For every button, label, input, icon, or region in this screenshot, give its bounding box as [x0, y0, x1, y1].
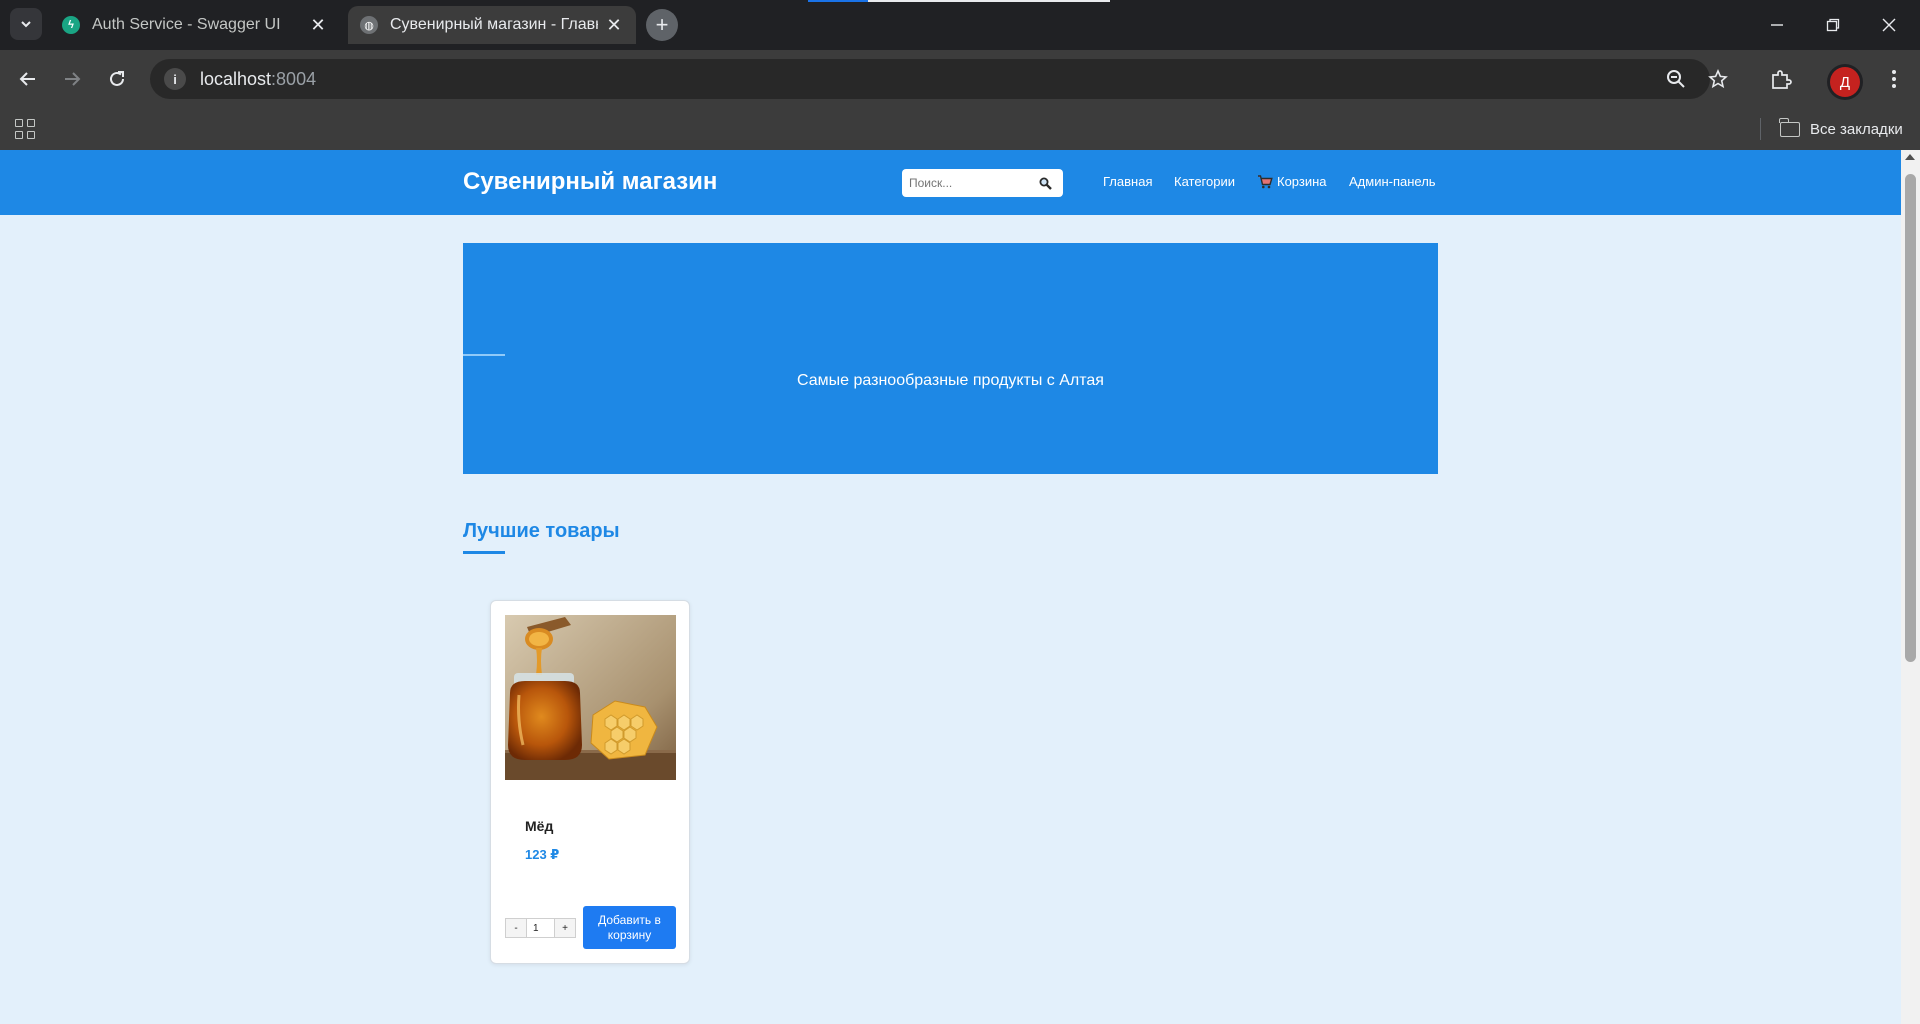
- quantity-decrement-button[interactable]: -: [506, 919, 526, 937]
- fastapi-icon: ϟ: [62, 16, 80, 34]
- site-logo[interactable]: Сувенирный магазин: [463, 168, 717, 196]
- nav-cart-label: Корзина: [1277, 174, 1327, 189]
- browser-menu-button[interactable]: [1878, 63, 1910, 95]
- product-price: 123 ₽: [525, 847, 560, 862]
- tab-search-button[interactable]: [10, 8, 42, 40]
- search-box: [902, 169, 1063, 197]
- chevron-down-icon: [21, 21, 31, 28]
- product-card: Мёд 123 ₽ - 1 + Добавить в корзину: [490, 600, 690, 964]
- all-bookmarks-label: Все закладки: [1810, 120, 1903, 138]
- hero-banner: Самые разнообразные продукты с Алтая: [463, 243, 1438, 474]
- tab-highlight: [868, 0, 1110, 2]
- star-icon: [1708, 69, 1728, 89]
- browser-toolbar: i localhost:8004 Д: [0, 50, 1920, 108]
- address-bar[interactable]: i localhost:8004: [150, 59, 1728, 99]
- quantity-input[interactable]: 1: [526, 919, 555, 937]
- quantity-increment-button[interactable]: +: [555, 919, 575, 937]
- nav-admin-panel[interactable]: Админ-панель: [1349, 174, 1436, 189]
- loading-indicator: [808, 0, 868, 2]
- site-header: Сувенирный магазин Главная Категории Кор…: [0, 150, 1901, 215]
- apps-grid-icon[interactable]: [12, 116, 38, 142]
- nav-categories[interactable]: Категории: [1174, 174, 1235, 189]
- bookmark-button[interactable]: [1702, 63, 1734, 95]
- extensions-button[interactable]: [1765, 63, 1797, 95]
- globe-icon: ◍: [360, 16, 378, 34]
- minimize-button[interactable]: [1762, 10, 1792, 40]
- browser-tab-strip: ϟ Auth Service - Swagger UI ✕ ◍ Сувенирн…: [0, 0, 1920, 50]
- url-text[interactable]: localhost:8004: [200, 69, 316, 90]
- arrow-right-icon: [65, 72, 81, 86]
- nav-home[interactable]: Главная: [1103, 174, 1152, 189]
- zoom-out-icon: [1667, 70, 1685, 88]
- arrow-left-icon: [19, 72, 35, 86]
- add-to-cart-button[interactable]: Добавить в корзину: [583, 906, 676, 949]
- plus-icon: +: [655, 12, 669, 37]
- page-viewport: Сувенирный магазин Главная Категории Кор…: [0, 150, 1920, 1024]
- hero-text: Самые разнообразные продукты с Алтая: [797, 372, 1104, 389]
- close-icon[interactable]: ✕: [308, 15, 328, 36]
- forward-button[interactable]: [56, 63, 88, 95]
- new-tab-button[interactable]: +: [646, 9, 678, 41]
- tab-auth-service[interactable]: ϟ Auth Service - Swagger UI ✕: [50, 6, 340, 44]
- nav-cart[interactable]: Корзина: [1257, 174, 1327, 189]
- bookmarks-divider: [1760, 118, 1761, 140]
- search-icon: [1039, 177, 1052, 190]
- section-title: Лучшие товары: [463, 520, 620, 542]
- close-icon: [1882, 18, 1896, 32]
- zoom-button[interactable]: [1660, 63, 1692, 95]
- site-info-icon[interactable]: i: [164, 68, 186, 90]
- hero-accent-line: [463, 354, 505, 356]
- all-bookmarks-button[interactable]: Все закладки: [1779, 117, 1903, 141]
- bookmarks-bar: Все закладки: [0, 108, 1920, 150]
- search-button[interactable]: [1030, 169, 1060, 197]
- url-port: :8004: [271, 68, 317, 89]
- product-name[interactable]: Мёд: [525, 818, 553, 834]
- folder-icon: [1779, 117, 1800, 137]
- puzzle-icon: [1772, 70, 1792, 89]
- more-vertical-icon: [1892, 70, 1896, 88]
- tab-title: Auth Service - Swagger UI: [92, 16, 281, 33]
- product-image[interactable]: [505, 615, 676, 780]
- tab-title: Сувенирный магазин - Главная: [390, 16, 598, 33]
- cart-icon: [1258, 174, 1273, 188]
- scrollbar-thumb[interactable]: [1905, 174, 1916, 662]
- close-window-button[interactable]: [1874, 10, 1904, 40]
- page-scrollbar[interactable]: [1901, 150, 1920, 1024]
- scroll-up-arrow-icon[interactable]: [1905, 154, 1915, 160]
- url-host: localhost: [200, 68, 272, 89]
- quantity-stepper: - 1 +: [505, 918, 576, 938]
- honey-jar-image: [505, 615, 676, 780]
- search-input[interactable]: [902, 169, 1030, 197]
- profile-avatar[interactable]: Д: [1830, 67, 1860, 97]
- minimize-icon: [1771, 24, 1783, 26]
- tab-souvenir-shop[interactable]: ◍ Сувенирный магазин - Главная ✕: [348, 6, 636, 44]
- restore-icon: [1826, 18, 1840, 32]
- reload-button[interactable]: [101, 63, 133, 95]
- section-title-underline: [463, 551, 505, 554]
- close-icon[interactable]: ✕: [604, 15, 624, 36]
- reload-icon: [110, 71, 124, 86]
- restore-button[interactable]: [1818, 10, 1848, 40]
- back-button[interactable]: [12, 63, 44, 95]
